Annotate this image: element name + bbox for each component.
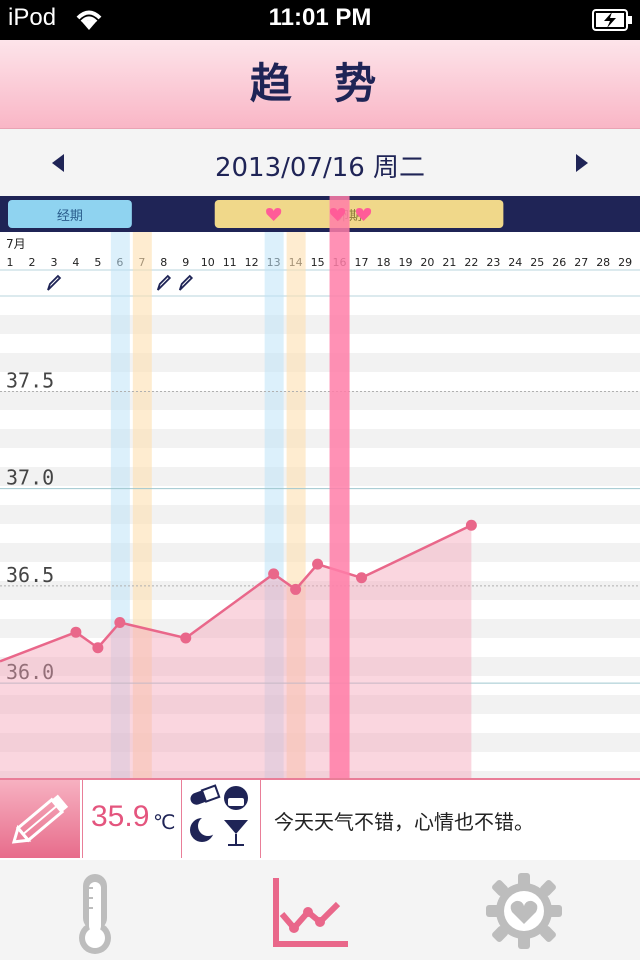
temperature-point[interactable] (465, 519, 477, 531)
day-label: 28 (596, 256, 610, 269)
day-label: 18 (376, 256, 390, 269)
day-label: 4 (72, 256, 79, 269)
y-tick-label: 36.5 (6, 563, 54, 587)
temperature-point[interactable] (180, 632, 192, 644)
trend-chart[interactable]: 经期卵期7月1234567891011121314151617181920212… (0, 196, 640, 778)
day-label: 12 (245, 256, 259, 269)
day-label: 24 (508, 256, 522, 269)
day-label: 10 (201, 256, 215, 269)
tab-temperature[interactable] (45, 868, 145, 954)
temperature-point[interactable] (290, 583, 302, 595)
temperature-point[interactable] (356, 572, 368, 584)
day-label: 9 (182, 256, 189, 269)
current-date: 2013/07/16 周二 (214, 153, 426, 183)
moon-icon (190, 816, 218, 842)
gear-heart-icon (486, 873, 562, 949)
temperature-point[interactable] (70, 626, 82, 638)
edit-record-button[interactable] (0, 780, 80, 858)
grid-stripe (0, 505, 640, 524)
day-label: 15 (311, 256, 325, 269)
trend-chart-icon (273, 878, 348, 947)
next-date-button[interactable] (570, 151, 594, 175)
day-label: 27 (574, 256, 588, 269)
temperature-unit: ℃ (153, 810, 176, 834)
month-label: 7月 (6, 237, 26, 251)
thermometer-icon (79, 874, 111, 954)
temperature-value: 35.9 (91, 800, 150, 833)
grid-stripe (0, 543, 640, 562)
day-label: 17 (355, 256, 369, 269)
battery-icon (592, 9, 632, 31)
day-label: 26 (552, 256, 566, 269)
y-tick-label: 37.0 (6, 466, 54, 490)
tab-trend[interactable] (262, 868, 362, 954)
grid-stripe (0, 391, 640, 410)
day-label: 20 (420, 256, 434, 269)
temperature-chart-svg: 经期卵期7月1234567891011121314151617181920212… (0, 196, 640, 778)
pill-icon (190, 784, 221, 805)
today-summary: 35.9 ℃ 今天天气不错，心情也不错。 (0, 778, 640, 862)
day-label: 8 (160, 256, 167, 269)
temperature-point[interactable] (268, 568, 280, 580)
today-column (329, 196, 350, 778)
temperature-area (0, 525, 472, 778)
y-tick-label: 37.5 (6, 368, 54, 392)
status-icons (182, 780, 261, 858)
page-title: 趋 势 (249, 59, 391, 108)
period-label: 经期 (57, 209, 83, 224)
pencil-icon (11, 794, 69, 844)
mask-face-icon (224, 786, 248, 810)
temperature-point[interactable] (92, 642, 104, 654)
day-label: 25 (530, 256, 544, 269)
grid-stripe (0, 467, 640, 486)
status-bar: iPod 11:01 PM (0, 0, 640, 40)
title-bar: 趋 势 (0, 40, 640, 129)
day-label: 2 (28, 256, 35, 269)
temperature-point[interactable] (114, 616, 126, 628)
cocktail-glass-icon (224, 820, 248, 846)
day-label: 5 (94, 256, 101, 269)
grid-stripe (0, 353, 640, 372)
temperature-display: 35.9 ℃ (82, 780, 182, 858)
daily-note: 今天天气不错，心情也不错。 (274, 810, 534, 834)
day-label: 29 (618, 256, 632, 269)
tab-settings[interactable] (474, 868, 574, 954)
grid-stripe (0, 315, 640, 334)
day-label: 22 (464, 256, 478, 269)
grid-stripe (0, 429, 640, 448)
day-label: 21 (442, 256, 456, 269)
date-navigator: 2013/07/16 周二 (0, 129, 640, 196)
day-label: 19 (398, 256, 412, 269)
temperature-point[interactable] (312, 558, 324, 570)
day-label: 1 (7, 256, 14, 269)
day-label: 3 (50, 256, 57, 269)
day-label: 23 (486, 256, 500, 269)
clock: 11:01 PM (268, 4, 372, 31)
tab-bar (0, 860, 640, 960)
day-label: 11 (223, 256, 237, 269)
